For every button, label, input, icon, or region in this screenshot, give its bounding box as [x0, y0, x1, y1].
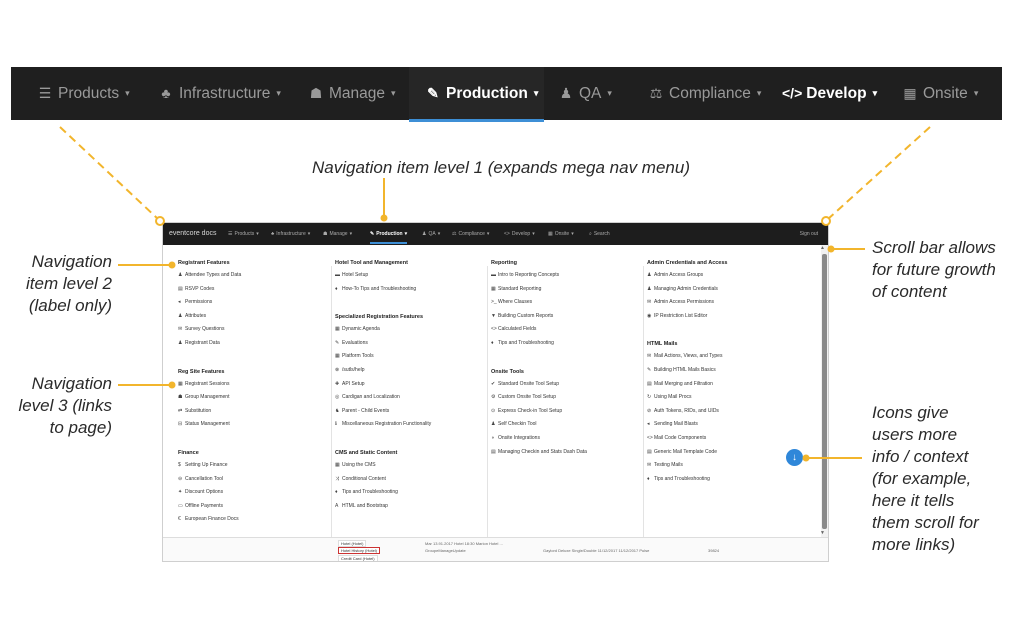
callout-line-right [827, 126, 931, 220]
annotation-line: users more [872, 425, 958, 444]
annotation-lines [59, 126, 931, 462]
annotation-line: for future growth [872, 260, 996, 279]
callout-dot [168, 381, 176, 389]
annotation-line: (for example, [872, 469, 972, 488]
callout-line-left [59, 126, 159, 220]
annotation-line: Navigation [31, 374, 112, 393]
annotation-line: Icons give [872, 403, 949, 422]
callout-dot [380, 214, 388, 222]
annotation-line: more links) [872, 535, 956, 554]
annotation-level1: Navigation item level 1 (expands mega na… [312, 158, 690, 177]
annotation-line: of content [872, 282, 947, 301]
annotation-line: Scroll bar allows [872, 238, 996, 257]
annotation-level2: Navigation item level 2 (label only) [22, 251, 112, 317]
annotation-level3: Navigation level 3 (links to page) [14, 373, 112, 439]
callout-dot [168, 261, 176, 269]
callout-dot [155, 216, 165, 226]
annotation-line: Navigation [31, 252, 112, 271]
annotation-line: level 3 (links [18, 396, 112, 415]
annotation-line: (label only) [28, 296, 112, 315]
annotation-line: here it tells [872, 491, 955, 510]
callout-dot [821, 216, 831, 226]
annotation-scrollbar: Scroll bar allows for future growth of c… [872, 237, 996, 303]
annotation-line: to page) [49, 418, 112, 437]
annotation-line: item level 2 [26, 274, 112, 293]
annotation-line: them scroll for [872, 513, 979, 532]
callout-dot [827, 245, 835, 253]
annotation-icons: Icons give users more info / context (fo… [872, 402, 979, 556]
annotation-line: info / context [872, 447, 969, 466]
callout-dot [802, 454, 810, 462]
